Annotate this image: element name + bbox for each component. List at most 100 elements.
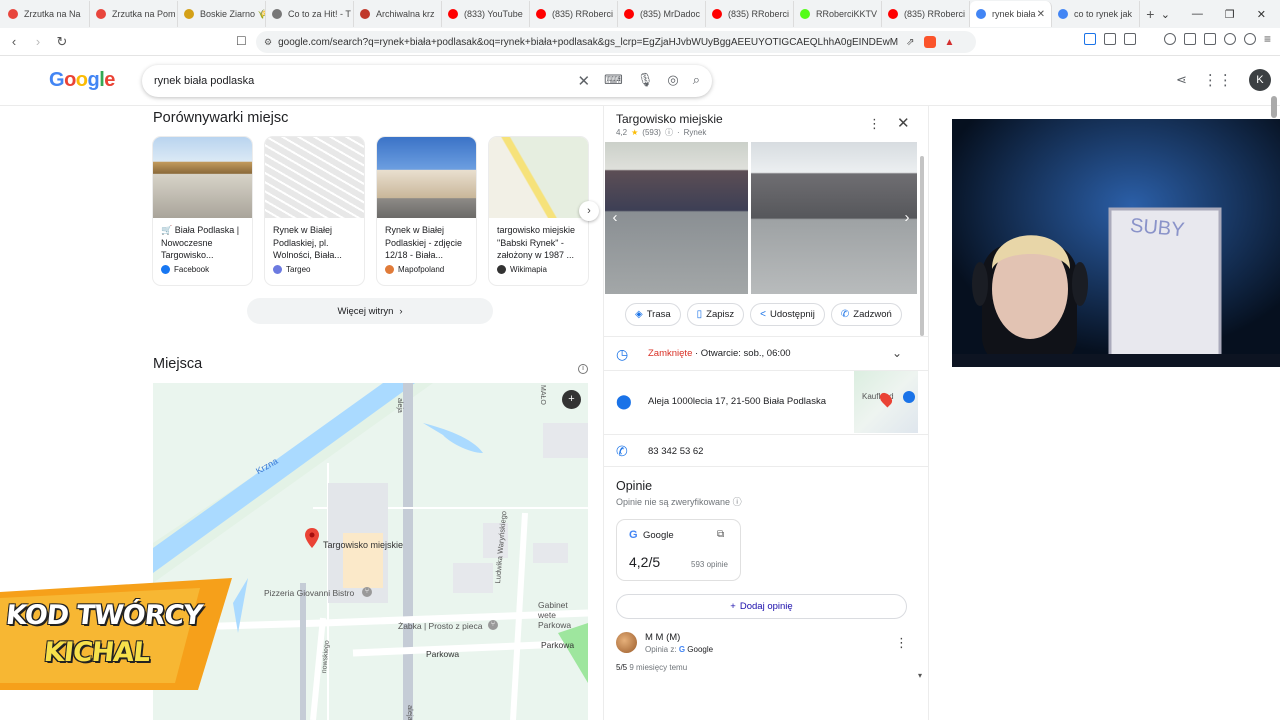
panel-scrollbar[interactable]: [920, 156, 924, 336]
rewards-icon[interactable]: ▲: [944, 37, 954, 48]
browser-tab[interactable]: (833) YouTube: [442, 1, 530, 27]
bookmark-icon: ▯: [696, 309, 703, 320]
info-icon[interactable]: i: [578, 364, 588, 374]
browser-tab[interactable]: Boskie Ziarno 🌾: [178, 1, 266, 27]
info-icon[interactable]: ⓘ: [733, 497, 742, 507]
map-expand-icon[interactable]: +: [562, 390, 581, 409]
browser-tab[interactable]: (835) MrDadoc: [618, 1, 706, 27]
source-label: Mapofpoland: [398, 265, 445, 274]
pizzeria-label[interactable]: Pizzeria Giovanni Bistro: [264, 588, 354, 598]
phone-row[interactable]: ✆ 83 342 53 62: [604, 434, 928, 466]
review-options-icon[interactable]: ⋮: [895, 635, 908, 651]
account-avatar[interactable]: K: [1248, 69, 1271, 91]
more-sites-button[interactable]: Więcej witryn ›: [247, 298, 493, 324]
brave-shields-icon[interactable]: [924, 36, 937, 48]
comparison-card-wikimapia[interactable]: targowisko miejskie "Babski Rynek" - zał…: [489, 137, 588, 285]
extension-puzzle-icon[interactable]: [1104, 33, 1116, 45]
more-options-icon[interactable]: ⋮: [868, 116, 881, 132]
browser-tab[interactable]: RRoberciKKTV: [794, 1, 882, 27]
page-scrollbar[interactable]: [1271, 96, 1277, 118]
search-box[interactable]: rynek biała podlaska ✕ ⌨ 🎙 ◎ ⌕: [142, 65, 712, 97]
review-count[interactable]: (593): [642, 128, 661, 137]
share-page-icon[interactable]: ⇗: [906, 37, 914, 48]
close-icon[interactable]: ✕: [897, 114, 910, 132]
reload-icon[interactable]: ↻: [52, 34, 72, 50]
hours-row[interactable]: ◷ Zamknięte · Otwarcie: sob., 06:00 ⌄: [604, 336, 928, 370]
place-photo[interactable]: [751, 142, 917, 294]
share-icon[interactable]: ⋖: [1176, 72, 1187, 88]
search-icon[interactable]: ⌕: [693, 72, 700, 90]
browser-tab[interactable]: Zrzutka na Pom: [90, 1, 178, 27]
bookmark-icon[interactable]: ☐: [236, 34, 247, 48]
browser-tab[interactable]: (835) RRoberci: [530, 1, 618, 27]
maximize-icon[interactable]: ❐: [1225, 8, 1235, 21]
pin-label[interactable]: Targowisko miejskie: [323, 540, 403, 550]
close-tab-icon[interactable]: ✕: [1037, 9, 1045, 20]
separator-dot: ·: [676, 128, 680, 137]
external-link-icon[interactable]: ⧉: [717, 529, 724, 540]
search-input[interactable]: rynek biała podlaska: [154, 75, 254, 87]
save-button[interactable]: ▯ Zapisz: [686, 303, 745, 326]
zabka-label[interactable]: Żabka | Prosto z pieca: [398, 621, 482, 631]
chevron-down-icon[interactable]: ⌄: [892, 346, 902, 360]
browser-tab[interactable]: Co to za Hit! - T: [266, 1, 354, 27]
place-category: Rynek: [683, 128, 707, 137]
browser-tab[interactable]: co to rynek jak: [1052, 1, 1140, 27]
hours-open: · Otwarcie: sob., 06:00: [692, 348, 791, 359]
street-label: aleja: [406, 705, 415, 720]
scroll-down-icon[interactable]: ▾: [918, 671, 922, 680]
tab-favicon-icon: [96, 9, 106, 19]
carousel-next-icon[interactable]: ›: [579, 201, 599, 221]
forward-icon[interactable]: ›: [28, 34, 48, 49]
mini-map[interactable]: Kaufland: [854, 371, 918, 433]
new-tab-button[interactable]: +: [1140, 6, 1161, 22]
leo-icon[interactable]: [1224, 33, 1236, 45]
vpn-shield-icon[interactable]: [1244, 33, 1256, 45]
photo-next-icon[interactable]: ›: [898, 205, 916, 231]
tab-title: RRoberciKKTV: [816, 9, 878, 19]
lens-icon[interactable]: ◎: [667, 72, 678, 90]
site-info-icon[interactable]: ⚙: [264, 37, 272, 48]
sidebar-icon[interactable]: [1184, 33, 1196, 45]
microphone-icon[interactable]: 🎙: [637, 72, 654, 90]
minimize-icon[interactable]: —: [1192, 8, 1203, 21]
comparison-card-targeo[interactable]: Rynek w Białej Podlaskiej, pl. Wolności,…: [265, 137, 364, 285]
google-rating-card[interactable]: G Google ⧉ 4,2/5 593 opinie: [617, 520, 740, 580]
divider: [604, 466, 928, 467]
place-photo[interactable]: [605, 142, 748, 294]
google-logo[interactable]: Google: [49, 69, 115, 92]
vet-label[interactable]: Gabinet wete Parkowa: [538, 600, 588, 630]
map-pin-icon[interactable]: [305, 528, 319, 548]
reviewer-avatar[interactable]: [616, 632, 637, 653]
info-icon[interactable]: ⓘ: [665, 127, 673, 138]
clear-search-icon[interactable]: ✕: [578, 72, 591, 90]
tab-title: Archiwalna krz: [376, 9, 435, 19]
keyboard-icon[interactable]: ⌨: [604, 72, 623, 90]
browser-tab[interactable]: (835) RRoberci: [882, 1, 970, 27]
browser-tab[interactable]: rynek biała ✕: [970, 1, 1052, 27]
directions-button[interactable]: ◈ Trasa: [625, 303, 681, 326]
add-review-button[interactable]: + Dodaj opinię: [616, 594, 907, 619]
apps-grid-icon[interactable]: ⋮⋮: [1203, 71, 1233, 89]
back-icon[interactable]: ‹: [4, 34, 24, 49]
translate-icon[interactable]: [1084, 33, 1096, 45]
screenshot-icon[interactable]: [1124, 33, 1136, 45]
wallet-icon[interactable]: [1204, 33, 1216, 45]
comparison-card-facebook[interactable]: 🛒 Biała Podlaska | Nowoczesne Targowisko…: [153, 137, 252, 285]
call-button[interactable]: ✆ Zadzwoń: [830, 303, 902, 326]
media-icon[interactable]: [1164, 33, 1176, 45]
browser-menu-icon[interactable]: ≡: [1264, 33, 1271, 45]
browser-tab[interactable]: (835) RRoberci: [706, 1, 794, 27]
browser-tab[interactable]: Archiwalna krz: [354, 1, 442, 27]
tab-title: Zrzutka na Na: [24, 9, 81, 19]
tab-favicon-icon: [800, 9, 810, 19]
reviewer-name[interactable]: M M (M): [645, 632, 680, 643]
share-button[interactable]: < Udostępnij: [750, 303, 825, 326]
photo-prev-icon[interactable]: ‹: [606, 205, 624, 231]
comparison-card-mapofpoland[interactable]: Rynek w Białej Podlaskiej - zdjęcie 12/1…: [377, 137, 476, 285]
close-window-icon[interactable]: ✕: [1257, 8, 1266, 21]
browser-tab[interactable]: Zrzutka na Na: [2, 1, 90, 27]
address-bar[interactable]: ⚙ google.com/search?q=rynek+biała+podlas…: [256, 31, 976, 53]
address-row[interactable]: ⬤ Aleja 1000lecia 17, 21-500 Biała Podla…: [604, 370, 928, 434]
chevron-down-icon[interactable]: ⌄: [1161, 8, 1170, 21]
